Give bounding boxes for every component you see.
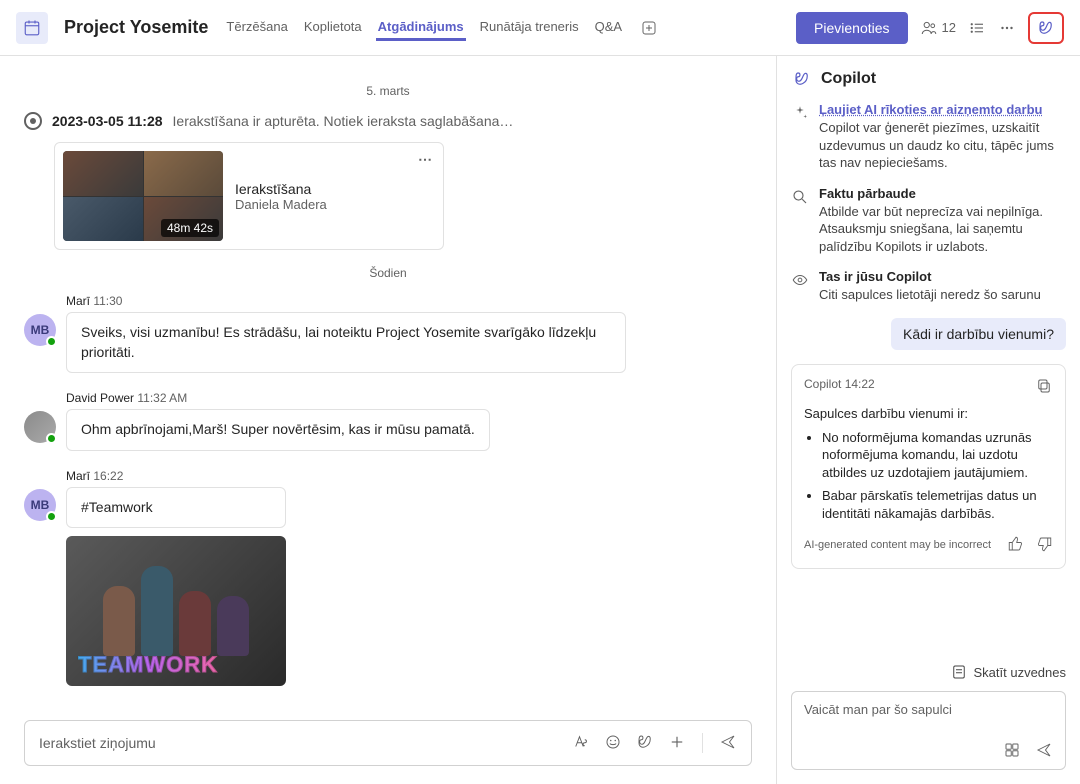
- format-icon[interactable]: [572, 733, 590, 753]
- list-icon[interactable]: [968, 19, 986, 37]
- date-separator: 5. marts: [24, 84, 752, 98]
- tab-speaker-coach[interactable]: Runātāja treneris: [478, 15, 581, 41]
- add-tab-icon[interactable]: [640, 19, 658, 37]
- action-items-list: No noformējuma komandas uzrunās noformēj…: [804, 429, 1053, 523]
- gif-caption: TEAMWORK: [78, 652, 218, 678]
- send-icon[interactable]: [719, 733, 737, 753]
- copilot-tip-body: Atbilde var būt neprecīza vai nepilnīga.…: [819, 203, 1066, 256]
- copilot-title: Copilot: [821, 70, 876, 88]
- message-author: David Power: [66, 391, 134, 405]
- gif-attachment[interactable]: TEAMWORK: [66, 536, 286, 686]
- reply-time: 14:22: [845, 377, 875, 391]
- copy-icon[interactable]: [1035, 377, 1053, 398]
- chat-message: MB Marī 16:22 #Teamwork TEAMWORK: [24, 469, 752, 687]
- avatar[interactable]: [24, 411, 56, 443]
- recording-duration: 48m 42s: [161, 219, 219, 237]
- tab-bar: Tērzēšana Koplietota Atgādinājums Runātā…: [224, 15, 624, 41]
- reply-lead: Sapulces darbību vienumi ir:: [804, 406, 1053, 421]
- message-bubble: #Teamwork: [66, 487, 286, 529]
- copilot-pane: Copilot Ļaujiet AI rīkoties ar aizņemto …: [776, 56, 1080, 784]
- add-icon[interactable]: [668, 733, 686, 753]
- recording-status-row: 2023-03-05 11:28 Ierakstīšana ir apturēt…: [24, 112, 752, 130]
- copilot-tip-body: Copilot var ģenerēt piezīmes, uzskaitīt …: [819, 119, 1066, 172]
- message-compose[interactable]: [24, 720, 752, 766]
- thumbs-down-icon[interactable]: [1035, 535, 1053, 556]
- message-time: 11:32 AM: [137, 391, 187, 405]
- presence-icon: [46, 511, 57, 522]
- copilot-compose[interactable]: Vaicāt man par šo sapulci: [791, 691, 1066, 770]
- recording-timestamp: 2023-03-05 11:28: [52, 113, 163, 129]
- tab-shared[interactable]: Koplietota: [302, 15, 364, 41]
- message-bubble: Ohm apbrīnojami,Marš! Super novērtēsim, …: [66, 409, 490, 451]
- copilot-tip-title: Tas ir jūsu Copilot: [819, 269, 1041, 284]
- header: Project Yosemite Tērzēšana Koplietota At…: [0, 0, 1080, 56]
- avatar[interactable]: MB: [24, 314, 56, 346]
- message-author: Marī: [66, 469, 90, 483]
- reply-author: Copilot: [804, 377, 841, 391]
- presence-icon: [46, 433, 57, 444]
- avatar[interactable]: MB: [24, 489, 56, 521]
- send-icon[interactable]: [1035, 741, 1053, 759]
- view-prompts-link[interactable]: Skatīt uzvednes: [777, 657, 1080, 691]
- message-bubble: Sveiks, visi uzmanību! Es strādāšu, lai …: [66, 312, 626, 373]
- participants-count[interactable]: 12: [920, 19, 956, 37]
- page-title: Project Yosemite: [64, 17, 208, 38]
- copilot-scroll[interactable]: Ļaujiet AI rīkoties ar aizņemto darbu Cop…: [777, 102, 1080, 657]
- recording-title: Ierakstīšana: [235, 181, 327, 197]
- chat-pane: 5. marts 2023-03-05 11:28 Ierakstīšana i…: [0, 56, 776, 784]
- user-prompt-bubble: Kādi ir darbību vienumi?: [891, 318, 1066, 350]
- copilot-tip-title: Faktu pārbaude: [819, 186, 1066, 201]
- copilot-icon: [793, 70, 811, 88]
- copilot-tip: Tas ir jūsu Copilot Citi sapulces lietotā…: [791, 269, 1066, 304]
- list-item: Babar pārskatīs telemetrijas datus un id…: [822, 487, 1053, 522]
- recording-card[interactable]: 48m 42s Ierakstīšana Daniela Madera ⋯: [54, 142, 444, 250]
- chat-scroll[interactable]: 5. marts 2023-03-05 11:28 Ierakstīšana i…: [0, 56, 776, 720]
- recording-thumbnail: 48m 42s: [63, 151, 223, 241]
- list-item: No noformējuma komandas uzrunās noformēj…: [822, 429, 1053, 482]
- chat-message: David Power 11:32 AM Ohm apbrīnojami,Mar…: [24, 391, 752, 451]
- tab-chat[interactable]: Tērzēšana: [224, 15, 289, 41]
- copilot-tip-body: Citi sapulces lietotāji neredz šo sarunu: [819, 286, 1041, 304]
- date-separator: Šodien: [24, 266, 752, 280]
- copilot-tip: Faktu pārbaude Atbilde var būt neprecīza …: [791, 186, 1066, 256]
- prompts-icon: [950, 663, 968, 681]
- record-icon: [24, 112, 42, 130]
- ai-disclaimer: AI-generated content may be incorrect: [804, 539, 991, 551]
- more-icon[interactable]: [998, 19, 1016, 37]
- copilot-reply-card: Copilot 14:22 Sapulces darbību vienumi i…: [791, 364, 1066, 569]
- message-author: Marī: [66, 294, 90, 308]
- recording-status-text: Ierakstīšana ir apturēta. Notiek ierakst…: [173, 113, 514, 129]
- copilot-tip-title[interactable]: Ļaujiet AI rīkoties ar aizņemto darbu: [819, 102, 1042, 117]
- recording-more-icon[interactable]: ⋯: [418, 151, 433, 168]
- message-time: 16:22: [93, 469, 123, 483]
- message-input[interactable]: [39, 735, 572, 751]
- copilot-tip: Ļaujiet AI rīkoties ar aizņemto darbu Cop…: [791, 102, 1066, 172]
- copilot-compose-icon[interactable]: [636, 733, 654, 753]
- recording-author: Daniela Madera: [235, 197, 327, 212]
- copilot-header: Copilot: [777, 56, 1080, 102]
- header-actions: Pievienoties 12: [796, 12, 1064, 44]
- search-icon: [791, 188, 809, 256]
- participants-number: 12: [942, 20, 956, 35]
- eye-icon: [791, 271, 809, 304]
- join-button[interactable]: Pievienoties: [796, 12, 908, 44]
- copilot-input-placeholder[interactable]: Vaicāt man par šo sapulci: [804, 702, 1053, 717]
- tab-qa[interactable]: Q&A: [593, 15, 624, 41]
- presence-icon: [46, 336, 57, 347]
- copilot-toggle-button[interactable]: [1028, 12, 1064, 44]
- chat-message: MB Marī 11:30 Sveiks, visi uzmanību! Es …: [24, 294, 752, 373]
- tab-recap[interactable]: Atgādinājums: [376, 15, 466, 41]
- calendar-app-icon[interactable]: [16, 12, 48, 44]
- prompt-gallery-icon[interactable]: [1003, 741, 1021, 759]
- sparkle-icon: [791, 104, 809, 172]
- emoji-icon[interactable]: [604, 733, 622, 753]
- message-time: 11:30: [93, 294, 122, 308]
- thumbs-up-icon[interactable]: [1007, 535, 1025, 556]
